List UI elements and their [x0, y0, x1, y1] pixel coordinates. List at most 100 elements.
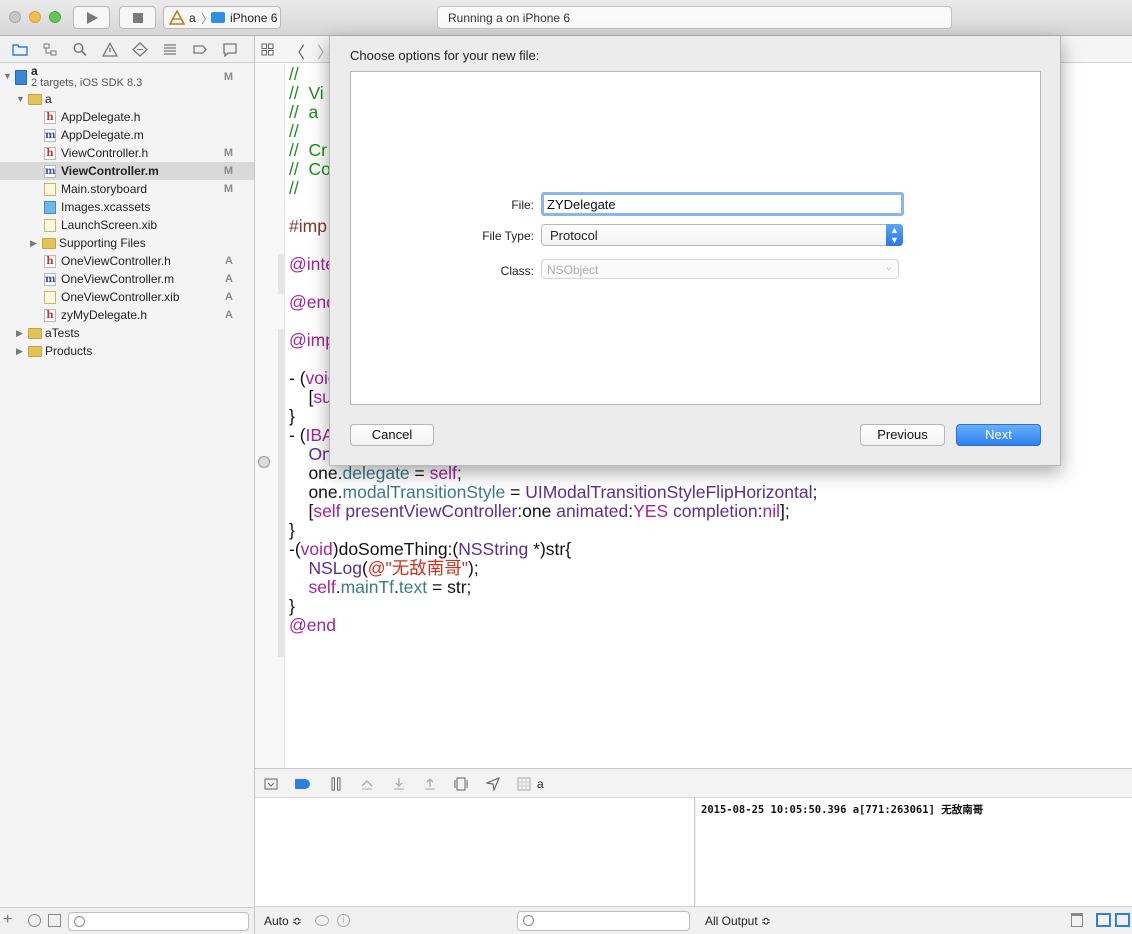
- implementation-file-icon: m: [44, 129, 56, 142]
- pause-icon[interactable]: [329, 777, 343, 791]
- disclosure-closed-icon[interactable]: ▶: [16, 324, 26, 342]
- breakpoint-icon[interactable]: [192, 42, 208, 57]
- minimize-window-button[interactable]: [29, 11, 41, 23]
- close-window-button[interactable]: [9, 11, 21, 23]
- run-button[interactable]: [73, 6, 110, 29]
- quick-look-icon[interactable]: [315, 915, 329, 926]
- show-variables-pane-icon[interactable]: [1096, 913, 1111, 927]
- code-fold-ribbon[interactable]: [278, 254, 284, 294]
- simulate-location-icon[interactable]: [486, 777, 500, 791]
- code-line: }: [289, 597, 295, 616]
- header-file-icon: h: [44, 111, 56, 124]
- project-navigator: ▼ a 2 targets, iOS SDK 8.3 M ▼ a h AppDeleg…: [0, 36, 255, 934]
- variables-view[interactable]: [255, 798, 695, 906]
- variables-scope-popup[interactable]: Auto ≎: [264, 914, 302, 928]
- code-fold-ribbon[interactable]: [278, 367, 284, 657]
- disclosure-open-icon[interactable]: ▼: [3, 67, 13, 85]
- disclosure-open-icon[interactable]: ▼: [16, 90, 26, 108]
- file-tree-item[interactable]: ▼ a: [0, 90, 254, 108]
- file-tree-item-label: AppDelegate.h: [61, 110, 141, 124]
- view-hierarchy-icon[interactable]: [454, 777, 468, 791]
- stop-button[interactable]: [119, 6, 156, 29]
- file-name-input[interactable]: [541, 192, 904, 216]
- show-console-pane-icon[interactable]: [1115, 913, 1130, 927]
- file-tree-item[interactable]: Main.storyboard M: [0, 180, 254, 198]
- file-tree-item[interactable]: m OneViewController.m A: [0, 270, 254, 288]
- code-line: NSLog(@"无敌南哥");: [289, 558, 479, 578]
- file-tree-item[interactable]: Images.xcassets: [0, 198, 254, 216]
- file-tree-item[interactable]: m ViewController.m M: [0, 162, 254, 180]
- file-tree-item-label: OneViewController.xib: [61, 290, 180, 304]
- device-name: iPhone 6: [230, 11, 278, 25]
- related-items-icon[interactable]: [261, 43, 274, 56]
- variables-filter-input[interactable]: [517, 911, 690, 931]
- trash-icon[interactable]: [1071, 913, 1083, 927]
- file-tree-item[interactable]: m AppDelegate.m: [0, 126, 254, 144]
- file-tree-item[interactable]: h AppDelegate.h: [0, 108, 254, 126]
- step-into-icon[interactable]: [392, 777, 406, 791]
- symbol-navigator-icon[interactable]: [42, 42, 58, 57]
- scm-status-badge: M: [223, 183, 233, 195]
- project-name: a: [31, 64, 38, 78]
- file-tree-item-label: AppDelegate.m: [61, 128, 144, 142]
- zoom-window-button[interactable]: [49, 11, 61, 23]
- search-icon[interactable]: [72, 42, 88, 57]
- class-select: NSObject ⌄: [541, 259, 899, 279]
- class-label: Class:: [500, 264, 534, 278]
- console-log-line: 2015-08-25 10:05:50.396 a[771:263061] 无敌…: [701, 804, 984, 816]
- code-token: - (: [289, 425, 306, 445]
- code-token: );: [468, 558, 479, 578]
- step-over-icon[interactable]: [360, 777, 374, 791]
- info-icon[interactable]: i: [337, 914, 350, 927]
- folder-icon[interactable]: [12, 42, 28, 57]
- breakpoint-marker[interactable]: [258, 456, 270, 468]
- file-tree-item[interactable]: ▶ aTests: [0, 324, 254, 342]
- hide-debug-area-icon[interactable]: [264, 777, 278, 791]
- app-scheme-icon: [169, 10, 185, 25]
- disclosure-closed-icon[interactable]: ▶: [16, 342, 26, 360]
- next-button[interactable]: Next: [956, 424, 1041, 446]
- warning-icon[interactable]: [101, 42, 119, 57]
- file-tree-item-label: Images.xcassets: [61, 200, 151, 214]
- code-token: // Vi: [289, 83, 324, 103]
- back-icon[interactable]: 〈: [289, 39, 305, 63]
- code-token: void: [300, 539, 333, 559]
- thread-frame-icon[interactable]: [517, 777, 531, 791]
- file-tree-item[interactable]: ▶ Supporting Files: [0, 234, 254, 252]
- file-tree-item[interactable]: ▶ Products: [0, 342, 254, 360]
- output-scope-popup[interactable]: All Output ≎: [705, 914, 771, 928]
- test-navigator-icon[interactable]: [132, 42, 148, 57]
- file-tree-item[interactable]: h ViewController.h M: [0, 144, 254, 162]
- code-line: -(void)doSomeThing:(NSString *)str{: [289, 540, 571, 559]
- code-line: #imp: [289, 217, 327, 236]
- console-output[interactable]: 2015-08-25 10:05:50.396 a[771:263061] 无敌…: [696, 798, 1132, 906]
- debug-navigator-icon[interactable]: [162, 42, 178, 57]
- breakpoints-toggle-icon[interactable]: [295, 779, 310, 789]
- scm-filter-icon[interactable]: [48, 914, 61, 927]
- recent-files-icon[interactable]: [28, 914, 41, 927]
- file-tree-item[interactable]: LaunchScreen.xib: [0, 216, 254, 234]
- line-gutter[interactable]: [255, 64, 285, 768]
- report-navigator-icon[interactable]: [222, 42, 238, 58]
- code-token: -(: [289, 539, 301, 559]
- scm-status-badge: M: [223, 165, 233, 177]
- disclosure-closed-icon[interactable]: ▶: [30, 234, 40, 252]
- scheme-selector[interactable]: a 〉 iPhone 6: [163, 6, 281, 29]
- navigator-filter-input[interactable]: [68, 912, 249, 931]
- step-out-icon[interactable]: [423, 777, 437, 791]
- cancel-button[interactable]: Cancel: [350, 424, 434, 446]
- file-type-select[interactable]: Protocol ▲ ▼: [541, 224, 903, 246]
- header-file-icon: h: [44, 255, 56, 268]
- chevron-down-icon: ⌄: [884, 262, 893, 273]
- file-tree-item[interactable]: h zyMyDelegate.h A: [0, 306, 254, 324]
- add-file-icon[interactable]: +: [3, 911, 12, 929]
- scm-status-badge: A: [225, 273, 233, 285]
- previous-button[interactable]: Previous: [860, 424, 945, 446]
- debug-bar: a: [255, 768, 1132, 798]
- code-line: }: [289, 521, 295, 540]
- window-toolbar: a 〉 iPhone 6 Running a on iPhone 6: [0, 0, 1132, 36]
- code-token: UIModalTransitionStyleFlipHorizontal: [525, 482, 813, 502]
- file-tree-item[interactable]: h OneViewController.h A: [0, 252, 254, 270]
- file-tree-item[interactable]: OneViewController.xib A: [0, 288, 254, 306]
- project-row[interactable]: ▼ a 2 targets, iOS SDK 8.3 M: [0, 64, 254, 90]
